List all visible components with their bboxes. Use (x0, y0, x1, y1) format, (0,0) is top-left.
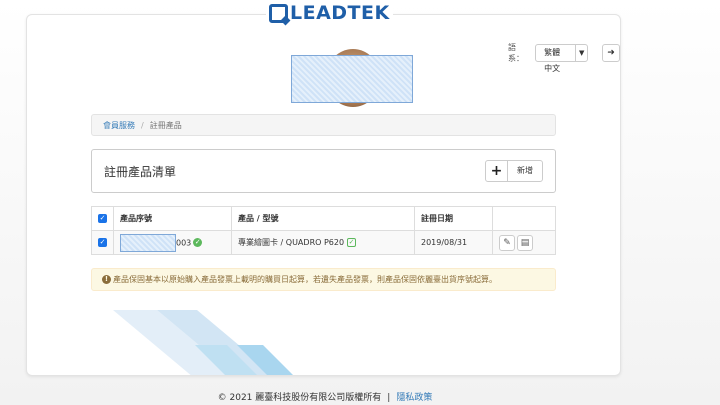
row-checkbox[interactable]: ✓ (98, 238, 107, 247)
product-name: 專業繪圖卡 / QUADRO P620 (238, 238, 345, 247)
avatar (291, 49, 413, 107)
header-product: 產品 / 型號 (231, 206, 415, 231)
check-icon: ✓ (347, 238, 357, 247)
info-icon: ! (102, 275, 111, 284)
delete-button[interactable]: ▤ (517, 234, 533, 251)
edit-icon: ✎ (503, 237, 511, 248)
add-label: 新增 (517, 166, 533, 175)
header-serial: 產品序號 (113, 206, 232, 231)
language-value: 繁體中文 (544, 48, 561, 73)
copyright-text: © 2021 麗臺科技股份有限公司版權所有 (217, 393, 382, 403)
logout-icon: ➜ (607, 48, 615, 58)
serial-suffix: 003 (176, 238, 192, 247)
serial-cell: 003 ✓ (113, 230, 232, 255)
page-title: 註冊產品清單 (104, 164, 177, 179)
header-actions (492, 206, 556, 231)
add-product-button[interactable]: + 新增 (485, 160, 543, 182)
privacy-policy-link[interactable]: 隱私政策 (396, 393, 432, 403)
date-cell: 2019/08/31 (414, 230, 493, 255)
product-list-panel: 註冊產品清單 + 新增 (91, 149, 556, 193)
select-all-cell: ✓ (91, 206, 114, 231)
language-label: 語系： (508, 43, 524, 63)
alert-text: 產品保固基本以原始購入產品發票上載明的購買日起算，若遺失產品發票，則產品保固依麗… (113, 275, 497, 284)
breadcrumb-separator: / (141, 120, 144, 130)
plus-icon: + (486, 161, 508, 181)
table-header-row: ✓ 產品序號 產品 / 型號 註冊日期 (91, 206, 556, 231)
verified-icon: ✓ (193, 238, 203, 247)
header-date: 註冊日期 (414, 206, 493, 231)
product-cell: 專業繪圖卡 / QUADRO P620 ✓ (231, 230, 415, 255)
actions-cell: ✎ ▤ (492, 230, 556, 255)
select-all-checkbox[interactable]: ✓ (98, 214, 107, 223)
chevron-down-icon: ▼ (575, 45, 587, 61)
trash-icon: ▤ (520, 237, 530, 248)
redacted-member-name (291, 55, 413, 103)
footer-separator: | (387, 393, 391, 403)
product-table: ✓ 產品序號 產品 / 型號 註冊日期 ✓ 003 ✓ 專業繪圖卡 / QUADR… (91, 206, 556, 255)
table-row: ✓ 003 ✓ 專業繪圖卡 / QUADRO P620 ✓ 2019/08/31 ✎… (91, 230, 556, 255)
row-checkbox-cell: ✓ (91, 230, 114, 255)
logout-button[interactable]: ➜ (602, 44, 620, 62)
logo-text: LEADTEK (290, 2, 390, 24)
breadcrumb-current: 註冊產品 (149, 120, 182, 130)
logo-mark-icon (269, 3, 288, 23)
leadtek-logo[interactable]: LEADTEK (266, 2, 393, 24)
edit-button[interactable]: ✎ (499, 234, 515, 251)
main-card: 語系： 繁體中文 ▼ ➜ (26, 14, 621, 376)
breadcrumb-member-services[interactable]: 會員服務 (103, 120, 135, 131)
breadcrumb: 會員服務 / 註冊產品 (91, 114, 556, 136)
language-select[interactable]: 繁體中文 ▼ (535, 44, 589, 73)
redacted-serial (120, 233, 176, 252)
footer: © 2021 麗臺科技股份有限公司版權所有 | 隱私政策 (0, 390, 650, 403)
language-selector-group: 語系： 繁體中文 ▼ ➜ (508, 42, 620, 73)
warranty-alert: ! 產品保固基本以原始購入產品發票上載明的購買日起算，若遺失產品發票，則產品保固… (91, 268, 556, 291)
